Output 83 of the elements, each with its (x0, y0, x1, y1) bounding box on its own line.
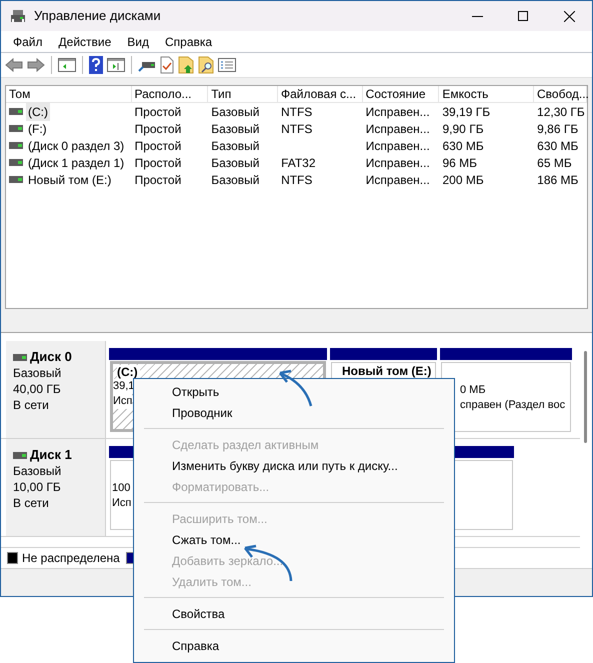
partition-label: (C:) (117, 365, 140, 379)
checklist-document-icon[interactable] (160, 56, 174, 74)
table-cell-text: Базовый (211, 154, 260, 172)
window-title: Управление дисками (34, 7, 161, 26)
table-cell-text: Базовый (211, 172, 260, 188)
table-cell-text: Исправен... (366, 120, 430, 138)
list-icon[interactable] (218, 58, 236, 72)
column-header[interactable]: Файловая с... (278, 86, 363, 102)
disk-size: 10,00 ГБ (13, 479, 62, 495)
partition-info: справен (Раздел вос (460, 398, 566, 413)
menu-item[interactable]: Файл (5, 30, 51, 52)
volume-name[interactable]: (Диск 1 раздел 1) (26, 154, 126, 172)
table-cell-text: Простой (134, 172, 182, 188)
context-menu-item[interactable]: Изменить букву диска или путь к диску... (134, 455, 454, 476)
table-cell-text: NTFS (281, 172, 312, 188)
disk-size: 40,00 ГБ (13, 381, 62, 397)
table-cell-text: Простой (134, 138, 182, 154)
console-tree-icon[interactable] (58, 58, 76, 72)
drive-icon (9, 159, 23, 166)
column-header[interactable]: Свобод... (534, 86, 588, 102)
disk-status: В сети (13, 397, 50, 413)
disk-name: Диск 1 (30, 447, 72, 463)
volume-name[interactable]: (Диск 0 раздел 3) (26, 136, 126, 154)
action-pane-icon[interactable] (107, 58, 125, 72)
partition-info: Исп (113, 394, 132, 409)
table-cell-text: Базовый (211, 120, 260, 138)
menu-item[interactable]: Действие (50, 30, 120, 52)
drive-icon (13, 452, 27, 458)
disk-type: Базовый (13, 463, 62, 479)
partition-info: 39,1 (113, 379, 134, 394)
context-menu-item[interactable]: Свойства (134, 603, 454, 624)
table-cell-text: FAT32 (281, 154, 316, 172)
menu-item[interactable]: Справка (157, 30, 220, 52)
column-header[interactable]: Емкость (439, 86, 534, 102)
table-cell-text: Простой (134, 154, 182, 172)
table-cell-text: 12,30 ГБ (537, 104, 585, 120)
table-cell-text: 186 МБ (537, 172, 578, 188)
drive-icon (9, 142, 23, 149)
disk-management-icon (10, 9, 26, 23)
column-header[interactable]: Состояние (362, 86, 440, 102)
drive-icon (9, 176, 23, 183)
volume-name[interactable]: (C:) (26, 102, 50, 120)
back-icon[interactable] (5, 58, 23, 72)
disk-name: Диск 0 (30, 349, 72, 365)
table-cell-text: 9,86 ГБ (537, 120, 578, 138)
menu-item[interactable]: Вид (119, 30, 157, 52)
volume-name[interactable]: Новый том (E:) (26, 170, 114, 188)
close-icon (564, 10, 574, 22)
table-cell-text: Простой (134, 104, 182, 120)
table-cell-text: Простой (134, 120, 182, 138)
table-cell-text: Исправен... (366, 172, 430, 188)
table-cell-text: 200 МБ (442, 172, 484, 188)
maximize-icon (518, 11, 528, 21)
table-cell-text: 39,19 ГБ (442, 104, 490, 120)
partition-label: Новый том (E:) (342, 364, 434, 378)
drive-icon (9, 125, 23, 132)
table-cell-text: Базовый (211, 104, 260, 120)
table-cell-text: 65 МБ (537, 154, 572, 172)
legend-label: Не распределена (22, 550, 120, 566)
disk-status: В сети (13, 495, 50, 511)
table-cell-text: 630 МБ (537, 138, 578, 154)
column-header[interactable]: Располо... (132, 86, 208, 102)
column-header[interactable]: Тип (208, 86, 278, 102)
table-cell-text: Базовый (211, 138, 260, 154)
table-cell-text: NTFS (281, 120, 312, 138)
context-menu-item[interactable]: Справка (134, 635, 454, 656)
folder-up-icon[interactable] (178, 56, 194, 74)
table-cell-text: NTFS (280, 104, 312, 120)
folder-search-icon[interactable] (198, 56, 214, 74)
table-cell-text: Исправен... (366, 138, 430, 154)
disk-type: Базовый (13, 365, 62, 381)
table-cell-text: 630 МБ (442, 138, 484, 154)
drive-icon (9, 108, 23, 115)
table-cell-text: Исправен... (366, 104, 430, 120)
table-cell-text: 9,90 ГБ (442, 120, 484, 138)
table-cell-text: 96 МБ (442, 154, 478, 172)
forward-icon[interactable] (27, 58, 45, 72)
context-menu-item[interactable]: Сжать том... (134, 529, 454, 550)
volume-name[interactable]: (F:) (26, 120, 49, 138)
table-cell-text: Исправен... (366, 154, 430, 172)
help-icon[interactable] (89, 56, 103, 74)
drive-icon (13, 354, 27, 360)
column-header[interactable]: Том (6, 86, 132, 102)
